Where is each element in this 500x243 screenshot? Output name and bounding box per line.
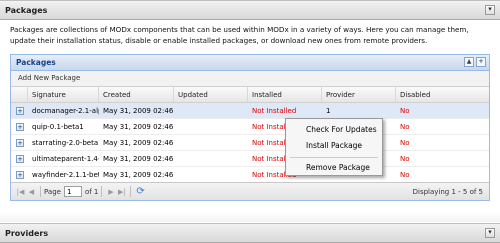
- table-row[interactable]: + quip-0.1-beta1 May 31, 2009 02:46 AI N…: [11, 119, 489, 135]
- expand-row-icon[interactable]: +: [16, 171, 24, 179]
- paging-toolbar: |◀ ◀ Page of 1 ▶ ▶| ⟳ Displaying 1 - 5 o…: [11, 182, 489, 200]
- cell-created: May 31, 2009 02:46 AI: [103, 155, 174, 163]
- context-menu: Check For Updates Install Package Remove…: [285, 118, 383, 176]
- column-header-provider[interactable]: Provider: [322, 87, 396, 102]
- page-label: Page: [44, 187, 61, 196]
- expand-row-icon[interactable]: +: [16, 123, 24, 131]
- cell-disabled: No: [400, 139, 410, 147]
- expand-row-icon[interactable]: +: [16, 139, 24, 147]
- grid-title-bar: Packages ▲ +: [11, 55, 489, 71]
- cell-updated: [174, 119, 248, 134]
- menu-divider: [290, 157, 378, 158]
- cell-signature: starrating-2.0-beta1: [32, 139, 99, 147]
- menu-item-check-for-updates[interactable]: Check For Updates: [306, 125, 377, 134]
- cell-created: May 31, 2009 02:46 AI: [103, 139, 174, 147]
- cell-disabled: No: [400, 171, 410, 179]
- table-row[interactable]: + starrating-2.0-beta1 May 31, 2009 02:4…: [11, 135, 489, 151]
- first-page-icon[interactable]: |◀: [15, 188, 26, 196]
- cell-disabled: No: [400, 123, 410, 131]
- column-header-updated[interactable]: Updated: [174, 87, 248, 102]
- cell-signature: docmanager-2.1-alpha: [32, 107, 99, 115]
- cell-disabled: No: [400, 155, 410, 163]
- packages-panel-title: Packages: [5, 6, 48, 15]
- last-page-icon[interactable]: ▶|: [116, 188, 127, 196]
- cell-installed: Not Installed: [252, 107, 297, 115]
- paging-separator: [130, 186, 132, 197]
- cell-updated: [174, 135, 248, 150]
- column-header-installed[interactable]: Installed: [248, 87, 322, 102]
- column-header-created[interactable]: Created: [99, 87, 174, 102]
- previous-page-icon[interactable]: ◀: [26, 188, 37, 196]
- menu-item-install-package[interactable]: Install Package: [306, 141, 362, 150]
- table-row[interactable]: + docmanager-2.1-alpha May 31, 2009 02:4…: [11, 103, 489, 119]
- collapse-up-icon[interactable]: ▲: [464, 57, 474, 67]
- column-header-signature[interactable]: Signature: [28, 87, 99, 102]
- paging-separator: [101, 186, 103, 197]
- cell-updated: [174, 103, 248, 118]
- packages-description: Packages are collections of MODx compone…: [10, 25, 469, 45]
- packages-grid: Packages ▲ + Add New Package Signature C…: [10, 54, 490, 201]
- cell-created: May 31, 2009 02:46 AI: [103, 107, 174, 115]
- paging-separator: [40, 186, 41, 197]
- page-number-input[interactable]: [63, 186, 82, 197]
- expand-row-icon[interactable]: +: [16, 155, 24, 163]
- plus-icon[interactable]: +: [476, 57, 486, 67]
- grid-toolbar: Add New Package: [11, 71, 489, 87]
- next-page-icon[interactable]: ▶: [105, 188, 116, 196]
- packages-panel-header[interactable]: Packages ▾: [0, 0, 500, 20]
- cell-signature: wayfinder-2.1.1-beta1: [32, 171, 99, 179]
- grid-title: Packages: [16, 58, 56, 67]
- menu-item-remove-package[interactable]: Remove Package: [306, 163, 370, 172]
- providers-panel-header[interactable]: Providers ▾: [0, 223, 500, 243]
- cell-updated: [174, 151, 248, 166]
- cell-created: May 31, 2009 02:46 AI: [103, 123, 174, 131]
- cell-provider: 1: [326, 107, 331, 115]
- table-row[interactable]: + ultimateparent-1.4-beta May 31, 2009 0…: [11, 151, 489, 167]
- page-count-label: of 1: [84, 187, 99, 196]
- providers-panel-title: Providers: [5, 229, 49, 238]
- cell-updated: [174, 167, 248, 182]
- collapse-icon[interactable]: ▾: [485, 5, 495, 15]
- cell-created: May 31, 2009 02:46 AI: [103, 171, 174, 179]
- add-new-package-button[interactable]: Add New Package: [18, 74, 80, 82]
- panel-spacer: [0, 212, 500, 222]
- grid-header-row: Signature Created Updated Installed Prov…: [11, 87, 489, 103]
- column-header-disabled[interactable]: Disabled: [396, 87, 489, 102]
- collapse-icon[interactable]: ▾: [485, 228, 495, 238]
- displaying-label: Displaying 1 - 5 of 5: [412, 188, 483, 196]
- table-row[interactable]: + wayfinder-2.1.1-beta1 May 31, 2009 02:…: [11, 167, 489, 183]
- cell-disabled: No: [400, 107, 410, 115]
- expand-row-icon[interactable]: +: [16, 107, 24, 115]
- cell-signature: quip-0.1-beta1: [32, 123, 84, 131]
- cell-signature: ultimateparent-1.4-beta: [32, 155, 99, 163]
- expander-column-header: [11, 87, 28, 102]
- refresh-icon[interactable]: ⟳: [136, 186, 144, 197]
